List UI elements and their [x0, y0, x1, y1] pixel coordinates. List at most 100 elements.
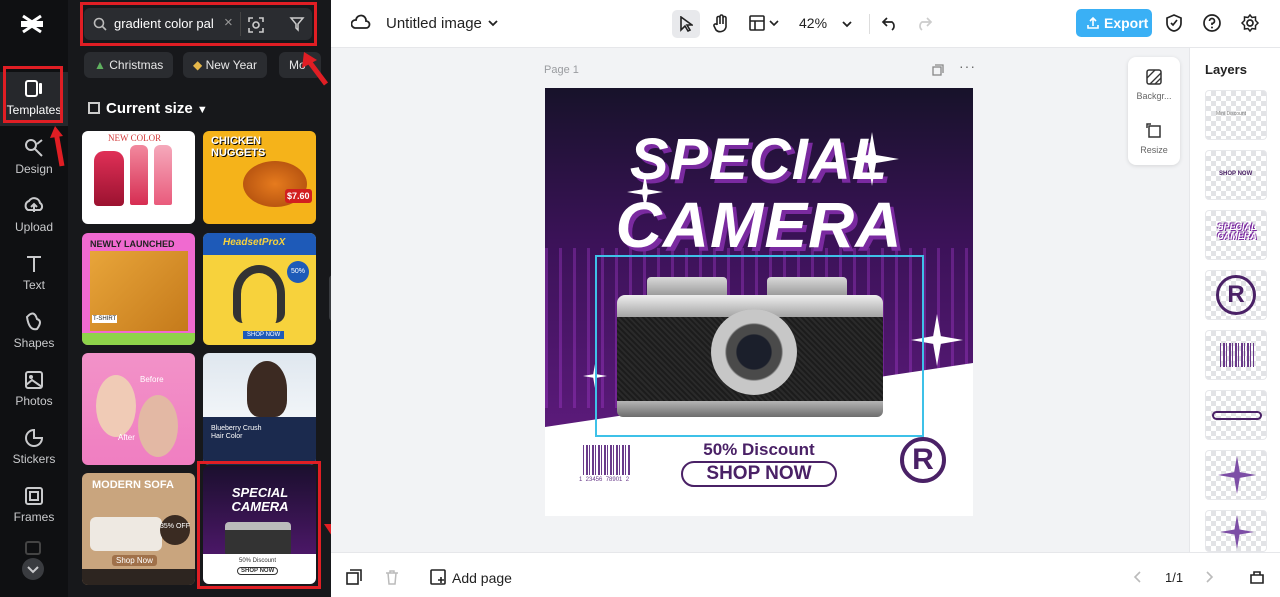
template-title: NEW COLOR	[108, 133, 162, 143]
layer-item[interactable]: SPECIAL CAMERA	[1205, 210, 1267, 260]
capcut-editor: Templates Design Upload Text Shapes Phot…	[0, 0, 1280, 597]
capcut-logo-icon[interactable]	[18, 10, 46, 38]
chevron-down-icon[interactable]	[487, 18, 499, 28]
chevron-right-icon[interactable]	[1204, 571, 1214, 583]
redo-icon[interactable]	[915, 14, 933, 32]
model-image	[247, 361, 287, 417]
undo-icon[interactable]	[881, 14, 899, 32]
chevron-left-icon[interactable]	[1133, 571, 1143, 583]
camera-image	[225, 522, 291, 556]
template-card-chicken[interactable]: CHICKEN NUGGETS $7.60	[203, 131, 316, 224]
lipstick-image	[94, 151, 124, 206]
chip-christmas[interactable]: ▲ Christmas	[84, 52, 174, 78]
layer-item[interactable]: R	[1205, 270, 1267, 320]
poster-cta[interactable]: SHOP NOW	[681, 461, 837, 487]
rail-item-templates[interactable]: Templates	[0, 72, 68, 126]
discount-badge: 50%	[287, 261, 309, 283]
background-label[interactable]: Backgr...	[1128, 91, 1180, 101]
templates-panel: gradient color pal × ▲ Christmas ◆ New Y…	[68, 0, 331, 597]
rail-item-upload[interactable]: Upload	[0, 189, 68, 243]
registered-mark[interactable]: R	[900, 437, 946, 483]
lipstick-image	[154, 145, 172, 205]
template-title: Blueberry Crush Hair Color	[211, 425, 262, 440]
export-label: Export	[1104, 15, 1149, 31]
more-tools-icon[interactable]	[23, 540, 43, 556]
layer-item[interactable]	[1205, 330, 1267, 380]
layer-item[interactable]	[1205, 450, 1267, 500]
layer-item[interactable]: Mini Discount	[1205, 90, 1267, 140]
add-page-icon[interactable]	[430, 569, 446, 585]
add-page-button[interactable]: Add page	[452, 570, 512, 586]
sparkle-icon	[1220, 515, 1254, 549]
layer-item[interactable]: SHOP NOW	[1205, 150, 1267, 200]
selection-box[interactable]	[595, 255, 924, 437]
chevron-down-icon: ▼	[196, 104, 208, 116]
cloud-icon[interactable]	[351, 14, 371, 32]
template-card-beauty[interactable]: Before After	[82, 353, 195, 465]
sparkle-icon[interactable]	[845, 132, 899, 186]
rail-item-photos[interactable]: Photos	[0, 363, 68, 417]
chevron-down-icon[interactable]	[841, 19, 853, 29]
template-search-input[interactable]: gradient color pal ×	[84, 8, 304, 40]
template-title: NEWLY LAUNCHED	[90, 239, 175, 249]
chevron-down-icon[interactable]	[769, 19, 779, 27]
export-button[interactable]: Export	[1076, 9, 1152, 37]
duplicate-page-icon[interactable]	[932, 64, 944, 76]
template-title: CHICKEN NUGGETS	[211, 135, 266, 159]
layer-preview-text: SPECIAL CAMERA	[1217, 222, 1257, 241]
trash-icon[interactable]	[384, 569, 400, 585]
template-card-lipstick[interactable]: NEW COLOR	[82, 131, 195, 224]
discount-badge: 35% OFF	[160, 515, 190, 545]
design-icon	[25, 139, 43, 157]
document-title[interactable]: Untitled image	[386, 15, 482, 32]
gear-icon[interactable]	[1240, 13, 1260, 33]
pages-icon[interactable]	[346, 569, 362, 585]
sparkle-icon[interactable]	[627, 174, 663, 210]
zoom-level[interactable]: 42%	[799, 15, 827, 31]
poster-line1[interactable]: SPECIAL	[545, 130, 973, 190]
page-more-icon[interactable]: ···	[959, 58, 976, 74]
canvas-area[interactable]: Page 1 ··· SPECIAL CAMERA 1 23456 78901 …	[331, 48, 1189, 552]
resize-label[interactable]: Resize	[1128, 145, 1180, 155]
rail-item-text[interactable]: Text	[0, 247, 68, 301]
poster-line2[interactable]: CAMERA	[545, 192, 973, 258]
template-card-headset[interactable]: HeadsetProX 50% SHOP NOW	[203, 233, 316, 345]
frames-icon	[25, 487, 43, 505]
image-search-icon[interactable]	[247, 16, 265, 34]
rail-item-shapes[interactable]: Shapes	[0, 305, 68, 359]
top-bar: Untitled image 42% Export	[331, 0, 1280, 48]
filter-button[interactable]	[282, 8, 312, 40]
rail-item-frames[interactable]: Frames	[0, 479, 68, 533]
template-card-camera[interactable]: SPECIAL CAMERA 50% Discount SHOP NOW	[203, 466, 316, 584]
rail-label: Stickers	[12, 452, 56, 466]
rail-item-stickers[interactable]: Stickers	[0, 421, 68, 475]
hand-icon[interactable]	[712, 14, 730, 34]
layer-item[interactable]	[1205, 510, 1267, 552]
clear-search-icon[interactable]: ×	[224, 14, 233, 31]
poster-canvas[interactable]: SPECIAL CAMERA 1 23456 78901 2 50% Disco…	[545, 88, 973, 516]
resize-icon[interactable]	[1146, 123, 1162, 139]
headset-image	[233, 265, 285, 323]
chip-new-year[interactable]: ◆ New Year	[183, 52, 267, 78]
fullscreen-icon[interactable]	[1249, 569, 1265, 585]
left-rail: Templates Design Upload Text Shapes Phot…	[0, 0, 68, 597]
layer-item[interactable]	[1205, 390, 1267, 440]
template-card-bag[interactable]: NEWLY LAUNCHED T-SHIRT	[82, 233, 195, 345]
template-cta: Shop Now	[112, 555, 157, 566]
current-size-dropdown[interactable]: Current size ▼	[88, 100, 208, 117]
help-icon[interactable]	[1202, 13, 1222, 33]
template-card-hair[interactable]: Blueberry Crush Hair Color	[203, 353, 316, 465]
text-icon	[27, 256, 41, 272]
barcode-preview	[1220, 343, 1254, 367]
template-cta: SHOP NOW	[243, 331, 285, 339]
template-card-sofa[interactable]: MODERN SOFA 35% OFF Shop Now	[82, 473, 195, 585]
photos-icon	[25, 371, 43, 389]
layout-icon[interactable]	[748, 14, 766, 32]
shield-icon[interactable]	[1165, 13, 1183, 33]
search-icon	[93, 17, 107, 31]
bottom-bar: Add page 1/1	[331, 552, 1280, 597]
select-tool-button[interactable]	[672, 10, 700, 38]
stickers-icon	[25, 428, 44, 447]
background-icon[interactable]	[1146, 69, 1162, 85]
collapse-rail-icon[interactable]	[21, 557, 45, 581]
